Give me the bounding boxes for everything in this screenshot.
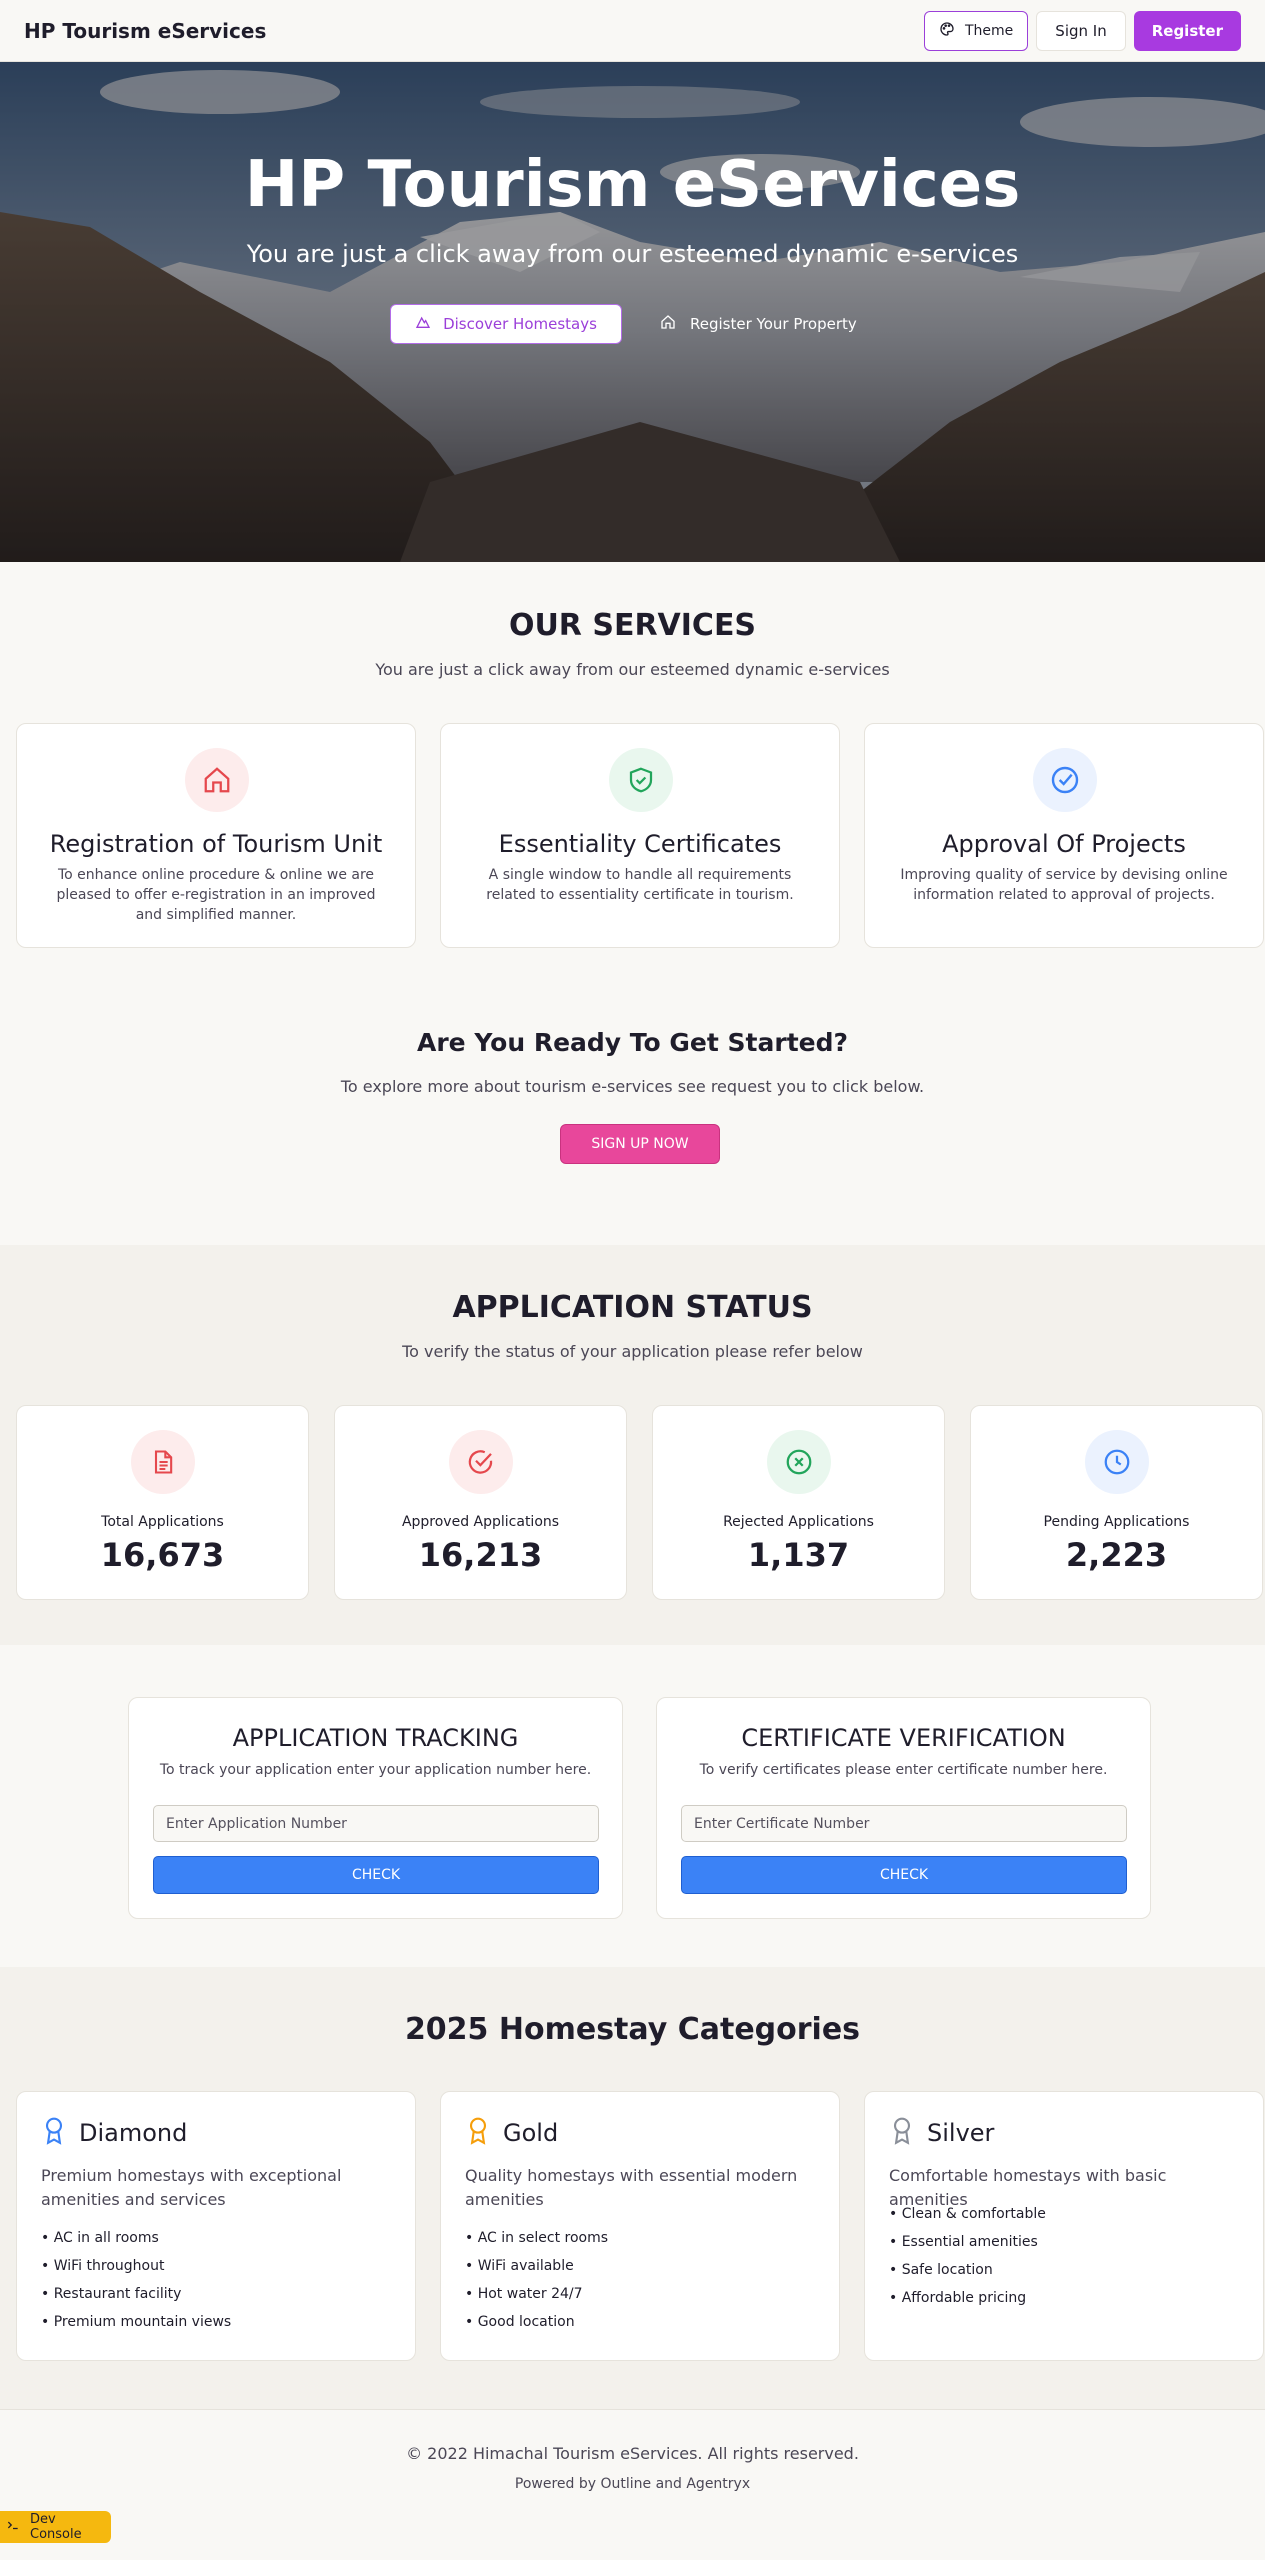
application-number-input[interactable] <box>153 1805 599 1842</box>
services-subtitle: You are just a click away from our estee… <box>375 660 890 679</box>
discover-homestays-button[interactable]: Discover Homestays <box>390 304 622 344</box>
feature-list: • Clean & comfortable • Essential amenit… <box>889 2200 1046 2312</box>
feature-list: • AC in all rooms • WiFi throughout • Re… <box>41 2224 231 2336</box>
theme-label: Theme <box>965 22 1014 39</box>
service-card-registration[interactable]: Registration of Tourism Unit To enhance … <box>16 723 416 948</box>
verification-subtitle: To verify certificates please enter cert… <box>699 1762 1108 1778</box>
circle-check-icon <box>1033 748 1097 812</box>
feature-item: • WiFi throughout <box>41 2258 165 2274</box>
feature-item: • Essential amenities <box>889 2234 1038 2250</box>
theme-button[interactable]: Theme <box>924 10 1029 51</box>
service-title: Essentiality Certificates <box>498 830 782 858</box>
hero-banner <box>0 62 1265 562</box>
sign-up-now-button[interactable]: SIGN UP NOW <box>560 1124 720 1164</box>
award-icon <box>465 2116 491 2150</box>
feature-list: • AC in select rooms • WiFi available • … <box>465 2224 608 2336</box>
category-description: Premium homestays with exceptional ameni… <box>41 2166 342 2209</box>
feature-item: • Affordable pricing <box>889 2290 1027 2306</box>
feature-item: • WiFi available <box>465 2258 574 2274</box>
category-name: Gold <box>503 2119 559 2147</box>
service-description: A single window to handle all requiremen… <box>486 867 794 903</box>
cta-subtitle: To explore more about tourism e-services… <box>340 1077 925 1096</box>
register-button[interactable]: Register <box>1133 10 1241 51</box>
status-title: APPLICATION STATUS <box>452 1290 813 1325</box>
verification-title: CERTIFICATE VERIFICATION <box>741 1724 1066 1752</box>
stat-label: Pending Applications <box>1043 1514 1190 1530</box>
category-card-silver[interactable]: Silver Comfortable homestays with basic … <box>864 2091 1264 2361</box>
service-title: Registration of Tourism Unit <box>49 830 383 858</box>
home-icon <box>660 314 676 334</box>
stat-value: 16,673 <box>100 1536 225 1574</box>
file-text-icon <box>131 1430 195 1494</box>
footer-powered-by: Powered by Outline and Agentryx <box>514 2476 751 2492</box>
stat-card-pending: Pending Applications 2,223 <box>970 1405 1263 1600</box>
tracking-title: APPLICATION TRACKING <box>232 1724 519 1752</box>
stat-value: 2,223 <box>1065 1536 1168 1574</box>
terminal-icon <box>6 2518 20 2536</box>
footer-divider <box>0 2409 1265 2410</box>
feature-item: • AC in all rooms <box>41 2230 159 2246</box>
circle-x-icon <box>767 1430 831 1494</box>
category-card-diamond[interactable]: Diamond Premium homestays with exception… <box>16 2091 416 2361</box>
feature-item: • Hot water 24/7 <box>465 2286 583 2302</box>
circle-check-icon <box>449 1430 513 1494</box>
stat-card-total: Total Applications 16,673 <box>16 1405 309 1600</box>
shield-check-icon <box>609 748 673 812</box>
mountain-icon <box>415 314 431 334</box>
hero-overlay <box>0 62 1265 562</box>
stat-value: 1,137 <box>747 1536 850 1574</box>
categories-title: 2025 Homestay Categories <box>404 2012 861 2047</box>
services-title: OUR SERVICES <box>508 608 757 643</box>
award-icon <box>889 2116 915 2150</box>
register-property-button[interactable]: Register Your Property <box>660 304 870 344</box>
dev-console-button[interactable]: Dev Console <box>0 2511 111 2543</box>
category-name: Silver <box>927 2119 995 2147</box>
certificate-number-input[interactable] <box>681 1805 1127 1842</box>
feature-item: • Restaurant facility <box>41 2286 182 2302</box>
cta-title: Are You Ready To Get Started? <box>417 1028 848 1057</box>
feature-item: • AC in select rooms <box>465 2230 609 2246</box>
register-property-label: Register Your Property <box>690 315 857 333</box>
service-card-essentiality[interactable]: Essentiality Certificates A single windo… <box>440 723 840 948</box>
tracking-check-button[interactable]: CHECK <box>153 1856 599 1894</box>
discover-homestays-label: Discover Homestays <box>443 315 597 333</box>
verification-check-button[interactable]: CHECK <box>681 1856 1127 1894</box>
stat-card-approved: Approved Applications 16,213 <box>334 1405 627 1600</box>
service-title: Approval Of Projects <box>942 830 1186 858</box>
category-card-gold[interactable]: Gold Quality homestays with essential mo… <box>440 2091 840 2361</box>
certificate-verification-card: CERTIFICATE VERIFICATION To verify certi… <box>656 1697 1151 1919</box>
service-card-approval[interactable]: Approval Of Projects Improving quality o… <box>864 723 1264 948</box>
header-actions: Theme Sign In Register <box>924 10 1241 51</box>
status-subtitle: To verify the status of your application… <box>402 1342 863 1361</box>
hero-subtitle: You are just a click away from our estee… <box>246 240 1019 268</box>
sign-in-button[interactable]: Sign In <box>1036 10 1126 51</box>
feature-item: • Good location <box>465 2314 575 2330</box>
feature-item: • Clean & comfortable <box>889 2206 1046 2222</box>
category-description: Quality homestays with essential modern … <box>465 2166 798 2209</box>
brand-title[interactable]: HP Tourism eServices <box>24 19 266 43</box>
category-name: Diamond <box>79 2119 188 2147</box>
stat-card-rejected: Rejected Applications 1,137 <box>652 1405 945 1600</box>
home-icon <box>185 748 249 812</box>
stat-label: Approved Applications <box>401 1514 560 1530</box>
palette-icon <box>939 21 955 41</box>
clock-icon <box>1085 1430 1149 1494</box>
feature-item: • Premium mountain views <box>41 2314 232 2330</box>
application-tracking-card: APPLICATION TRACKING To track your appli… <box>128 1697 623 1919</box>
award-icon <box>41 2116 67 2150</box>
dev-console-label: Dev Console <box>30 2512 82 2542</box>
stat-label: Total Applications <box>101 1514 224 1530</box>
feature-item: • Safe location <box>889 2262 993 2278</box>
stat-label: Rejected Applications <box>723 1514 874 1530</box>
footer-copyright: © 2022 Himachal Tourism eServices. All r… <box>406 2444 859 2463</box>
stat-value: 16,213 <box>418 1536 543 1574</box>
tracking-subtitle: To track your application enter your app… <box>159 1762 592 1778</box>
service-description: Improving quality of service by devising… <box>900 867 1228 903</box>
top-navbar: HP Tourism eServices Theme Sign In Regis… <box>0 0 1265 62</box>
service-description: To enhance online procedure & online we … <box>56 867 376 923</box>
hero-title: HP Tourism eServices <box>244 148 1021 222</box>
